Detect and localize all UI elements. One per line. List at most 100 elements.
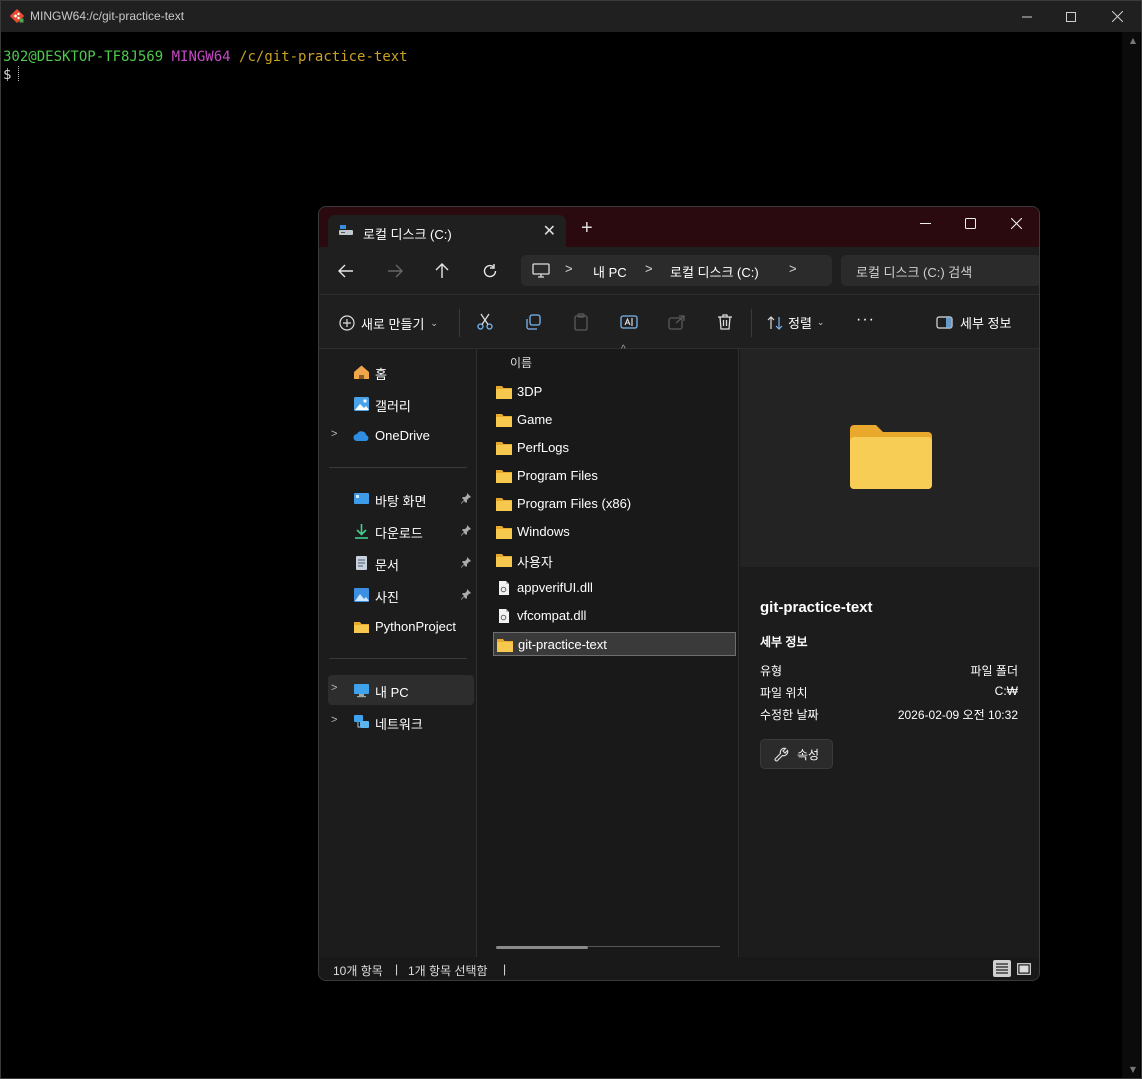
copy-button[interactable] xyxy=(523,312,543,332)
sidebar-item-onedrive[interactable]: > OneDrive xyxy=(328,421,474,451)
up-button[interactable] xyxy=(428,257,456,285)
list-item[interactable]: Windows xyxy=(493,520,736,544)
chevron-right-icon[interactable]: > xyxy=(645,261,653,276)
chevron-right-icon[interactable]: > xyxy=(331,714,337,726)
maximize-button[interactable] xyxy=(1048,1,1094,32)
pin-icon[interactable] xyxy=(460,492,472,504)
paste-button[interactable] xyxy=(571,312,591,332)
sidebar-item-pictures[interactable]: 사진 xyxy=(328,580,474,610)
sidebar-item-this-pc[interactable]: > 내 PC xyxy=(328,675,474,705)
terminal-scrollbar[interactable] xyxy=(1122,32,1140,1078)
list-item[interactable]: Program Files (x86) xyxy=(493,492,736,516)
scroll-down-icon[interactable]: ▼ xyxy=(1130,1065,1136,1074)
sidebar-item-network[interactable]: > 네트워크 xyxy=(328,707,474,737)
pin-icon[interactable] xyxy=(460,524,472,536)
breadcrumb-this-pc[interactable]: 내 PC xyxy=(593,262,627,281)
scrollbar-track[interactable] xyxy=(588,946,720,947)
folder-icon xyxy=(496,554,512,567)
sidebar-item-label: 홈 xyxy=(375,367,387,382)
list-item[interactable]: Program Files xyxy=(493,464,736,488)
detail-key: 수정한 날짜 xyxy=(760,708,819,722)
tab-close-icon[interactable]: ✕ xyxy=(543,221,556,241)
rename-button[interactable] xyxy=(619,312,639,332)
address-navbar: > 내 PC > 로컬 디스크 (C:) > 로컬 디스크 (C:) 검색 xyxy=(319,247,1039,294)
cut-button[interactable] xyxy=(475,312,495,332)
sidebar-item-desktop[interactable]: 바탕 화면 xyxy=(328,484,474,514)
arrow-right-icon xyxy=(388,264,403,278)
sidebar-item-label: 네트워크 xyxy=(375,717,423,732)
sidebar-item-label: 내 PC xyxy=(375,685,409,700)
sidebar-item-label: 문서 xyxy=(375,558,399,573)
sidebar-item-downloads[interactable]: 다운로드 xyxy=(328,516,474,546)
minimize-icon xyxy=(919,222,931,224)
sidebar-item-documents[interactable]: 문서 xyxy=(328,548,474,578)
address-bar[interactable]: > 내 PC > 로컬 디스크 (C:) > xyxy=(521,255,832,286)
tab-local-disk[interactable]: 로컬 디스크 (C:) ✕ xyxy=(328,215,566,247)
home-icon xyxy=(354,365,369,379)
selected-count: 1개 항목 선택함 xyxy=(408,964,488,978)
prompt-symbol: $ xyxy=(3,67,12,83)
chevron-right-icon[interactable]: > xyxy=(331,682,337,694)
list-item[interactable]: vfcompat.dll xyxy=(493,604,736,628)
sort-button[interactable]: 정렬 ⌄ xyxy=(767,313,824,332)
list-item[interactable]: PerfLogs xyxy=(493,436,736,460)
pin-icon[interactable] xyxy=(460,556,472,568)
explorer-maximize-button[interactable] xyxy=(947,207,993,239)
column-header-name[interactable]: 이름 xyxy=(510,354,532,371)
terminal-titlebar[interactable]: MINGW64:/c/git-practice-text xyxy=(1,1,1141,32)
breadcrumb-local-disk[interactable]: 로컬 디스크 (C:) xyxy=(670,262,759,281)
list-item-selected[interactable]: git-practice-text xyxy=(493,632,736,656)
status-separator: | xyxy=(503,962,507,976)
search-box[interactable]: 로컬 디스크 (C:) 검색 xyxy=(841,255,1039,286)
terminal-output[interactable]: 302@DESKTOP-TF8J569 MINGW64 /c/git-pract… xyxy=(3,49,408,84)
file-name: Program Files xyxy=(517,468,598,483)
navigation-pane: 홈 갤러리 > OneDrive 바탕 화면 다운로드 문서 사진 Python… xyxy=(319,349,477,957)
sidebar-item-home[interactable]: 홈 xyxy=(328,357,474,387)
close-button[interactable] xyxy=(1094,1,1140,32)
explorer-tabbar[interactable]: 로컬 디스크 (C:) ✕ + xyxy=(319,207,1039,247)
sidebar-item-gallery[interactable]: 갤러리 xyxy=(328,389,474,419)
chevron-right-icon[interactable]: > xyxy=(565,261,573,276)
sidebar-item-pythonproject[interactable]: PythonProject xyxy=(328,612,474,642)
forward-button[interactable] xyxy=(381,257,409,285)
share-icon xyxy=(668,315,685,330)
new-tab-icon[interactable]: + xyxy=(581,218,593,238)
pin-icon[interactable] xyxy=(460,588,472,600)
back-button[interactable] xyxy=(332,257,360,285)
horizontal-scrollbar[interactable] xyxy=(496,946,720,949)
arrow-left-icon xyxy=(338,264,353,278)
scroll-up-icon[interactable]: ▲ xyxy=(1130,36,1136,45)
share-button[interactable] xyxy=(667,312,687,332)
sidebar-item-label: 갤러리 xyxy=(375,399,411,414)
close-icon xyxy=(1111,11,1123,22)
item-count: 10개 항목 xyxy=(333,964,383,978)
detail-key: 유형 xyxy=(760,664,783,678)
details-pane-button[interactable]: 세부 정보 xyxy=(936,313,1011,332)
explorer-minimize-button[interactable] xyxy=(902,207,948,239)
list-item[interactable]: Game xyxy=(493,408,736,432)
sidebar-divider xyxy=(329,467,467,468)
prompt-path: /c/git-practice-text xyxy=(239,49,408,65)
text-cursor xyxy=(18,66,20,81)
file-name: Windows xyxy=(517,524,570,539)
minimize-button[interactable] xyxy=(1004,1,1050,32)
list-view-icon xyxy=(996,963,1008,974)
delete-button[interactable] xyxy=(715,312,735,332)
list-item[interactable]: appverifUI.dll xyxy=(493,576,736,600)
chevron-right-icon[interactable]: > xyxy=(789,261,797,276)
file-name: 3DP xyxy=(517,384,543,399)
list-item[interactable]: 3DP xyxy=(493,380,736,404)
more-options-button[interactable]: ··· xyxy=(856,311,875,329)
properties-button[interactable]: 속성 xyxy=(760,739,833,769)
scrollbar-thumb[interactable] xyxy=(496,946,588,949)
prompt-env: MINGW64 xyxy=(171,49,231,65)
list-item[interactable]: 사용자 xyxy=(493,548,736,572)
new-button[interactable]: 새로 만들기 ⌄ xyxy=(339,313,438,333)
wrench-icon xyxy=(774,747,789,761)
chevron-right-icon[interactable]: > xyxy=(331,428,337,440)
tiles-view-button[interactable] xyxy=(1015,960,1033,977)
details-view-button[interactable] xyxy=(993,960,1011,977)
explorer-close-button[interactable] xyxy=(993,207,1039,239)
network-icon xyxy=(354,715,369,728)
refresh-button[interactable] xyxy=(476,257,504,285)
